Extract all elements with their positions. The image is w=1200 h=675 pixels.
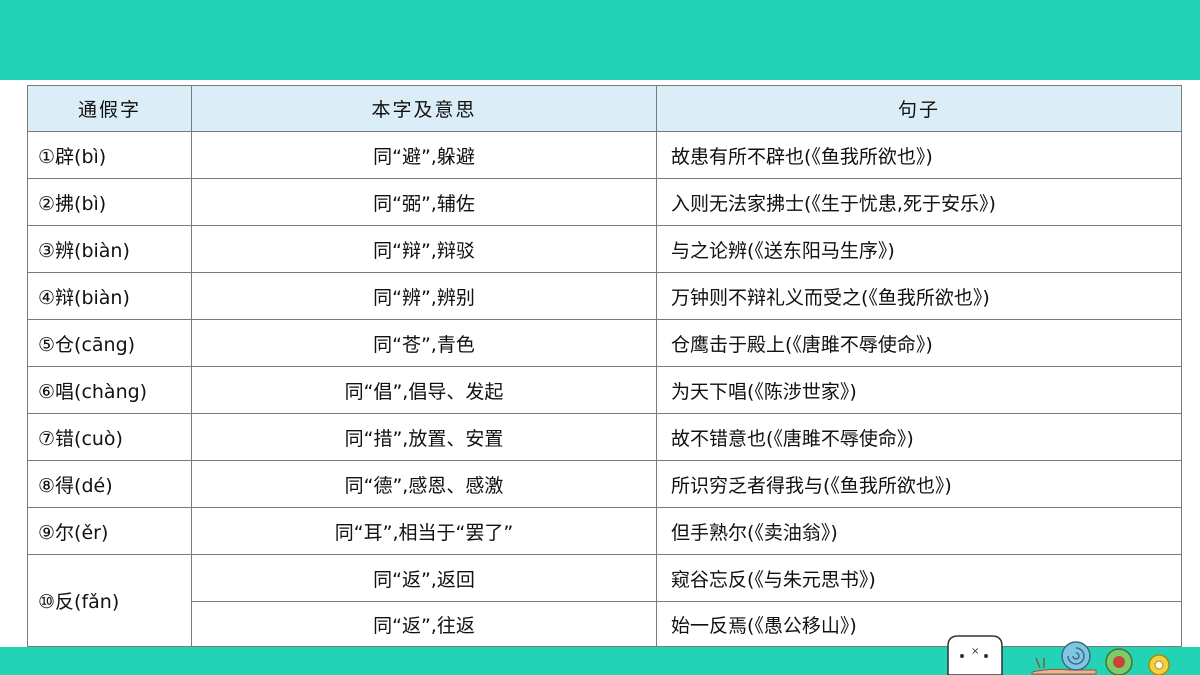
- table-row: ⑥唱(chàng) 同“倡”,倡导、发起 为天下唱(《陈涉世家》): [27, 366, 1182, 414]
- juzi-cell: 为天下唱(《陈涉世家》): [656, 366, 1182, 414]
- juzi-cell: 万钟则不辩礼义而受之(《鱼我所欲也》): [656, 272, 1182, 320]
- tongjiazi-cell-merged: ⑩反(fǎn): [27, 554, 192, 647]
- tongjiazi-cell: ⑦错(cuò): [27, 413, 192, 461]
- header-juzi: 句子: [656, 85, 1182, 132]
- flower-icon: [1105, 648, 1133, 675]
- juzi-cell: 仓鹰击于殿上(《唐雎不辱使命》): [656, 319, 1182, 367]
- benzi-cell: 同“辨”,辨别: [191, 272, 657, 320]
- tongjiazi-table: 通假字 本字及意思 句子 ①辟(bì) 同“避”,躲避 故患有所不辟也(《鱼我所…: [27, 85, 1182, 647]
- benzi-cell: 同“弼”,辅佐: [191, 178, 657, 226]
- table-row: ③辨(biàn) 同“辩”,辩驳 与之论辨(《送东阳马生序》): [27, 225, 1182, 273]
- juzi-cell: 与之论辨(《送东阳马生序》): [656, 225, 1182, 273]
- tongjiazi-cell: ⑤仓(cāng): [27, 319, 192, 367]
- table-row: ⑧得(dé) 同“德”,感恩、感激 所识穷乏者得我与(《鱼我所欲也》): [27, 460, 1182, 508]
- table-row: ⑤仓(cāng) 同“苍”,青色 仓鹰击于殿上(《唐雎不辱使命》): [27, 319, 1182, 367]
- svg-text:×: ×: [971, 646, 979, 657]
- benzi-cell: 同“避”,躲避: [191, 131, 657, 179]
- tongjiazi-table-container: 通假字 本字及意思 句子 ①辟(bì) 同“避”,躲避 故患有所不辟也(《鱼我所…: [27, 85, 1182, 647]
- table-row: ⑦错(cuò) 同“措”,放置、安置 故不错意也(《唐雎不辱使命》): [27, 413, 1182, 461]
- snail-icon: [1031, 641, 1097, 675]
- table-header-row: 通假字 本字及意思 句子: [27, 85, 1182, 132]
- table-row: ④辩(biàn) 同“辨”,辨别 万钟则不辩礼义而受之(《鱼我所欲也》): [27, 272, 1182, 320]
- table-row: ⑨尔(ěr) 同“耳”,相当于“罢了” 但手熟尔(《卖油翁》): [27, 507, 1182, 555]
- bottom-color-band: [0, 647, 1200, 675]
- benzi-cell: 同“返”,往返: [191, 601, 657, 647]
- benzi-cell: 同“耳”,相当于“罢了”: [191, 507, 657, 555]
- tongjiazi-cell: ⑥唱(chàng): [27, 366, 192, 414]
- benzi-cell: 同“返”,返回: [191, 554, 657, 602]
- top-color-band: [0, 0, 1200, 80]
- benzi-cell: 同“倡”,倡导、发起: [191, 366, 657, 414]
- table-row: ②拂(bì) 同“弼”,辅佐 入则无法家拂士(《生于忧患,死于安乐》): [27, 178, 1182, 226]
- tongjiazi-cell: ⑧得(dé): [27, 460, 192, 508]
- flower-icon: [1148, 654, 1170, 675]
- benzi-cell: 同“德”,感恩、感激: [191, 460, 657, 508]
- header-benzi-yisi: 本字及意思: [191, 85, 657, 132]
- tongjiazi-cell: ④辩(biàn): [27, 272, 192, 320]
- benzi-cell: 同“措”,放置、安置: [191, 413, 657, 461]
- benzi-cell: 同“辩”,辩驳: [191, 225, 657, 273]
- benzi-cell: 同“苍”,青色: [191, 319, 657, 367]
- table-row: ⑩反(fǎn) 同“返”,返回 窥谷忘反(《与朱元思书》): [27, 554, 1182, 647]
- juzi-cell: 但手熟尔(《卖油翁》): [656, 507, 1182, 555]
- cartoon-creature-icon: ×: [947, 635, 1003, 675]
- tongjiazi-cell: ②拂(bì): [27, 178, 192, 226]
- tongjiazi-cell: ①辟(bì): [27, 131, 192, 179]
- table-row: ①辟(bì) 同“避”,躲避 故患有所不辟也(《鱼我所欲也》): [27, 131, 1182, 179]
- juzi-cell: 所识穷乏者得我与(《鱼我所欲也》): [656, 460, 1182, 508]
- tongjiazi-cell: ③辨(biàn): [27, 225, 192, 273]
- juzi-cell: 故患有所不辟也(《鱼我所欲也》): [656, 131, 1182, 179]
- tongjiazi-cell: ⑨尔(ěr): [27, 507, 192, 555]
- juzi-cell: 窥谷忘反(《与朱元思书》): [656, 554, 1182, 602]
- header-tongjiazi: 通假字: [27, 85, 192, 132]
- juzi-cell: 入则无法家拂士(《生于忧患,死于安乐》): [656, 178, 1182, 226]
- juzi-cell: 故不错意也(《唐雎不辱使命》): [656, 413, 1182, 461]
